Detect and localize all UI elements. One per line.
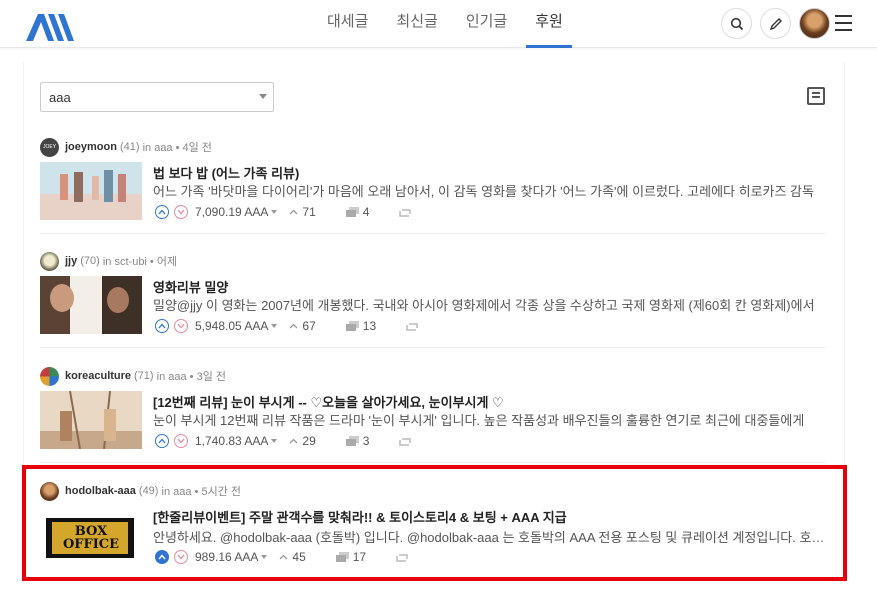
caret-down-icon[interactable] (271, 324, 278, 328)
post-author-row: JOEY joeymoon (41) in aaa • 4일 전 (40, 137, 212, 157)
post-author-row: koreaculture (71) in aaa • 3일 전 (40, 366, 226, 386)
post-stats: 5,948.05 AAA 67 13 (155, 318, 419, 334)
search-button[interactable] (721, 8, 752, 39)
community-filter-select[interactable]: aaa (40, 82, 274, 112)
write-post-button[interactable] (760, 8, 791, 39)
chevron-up-icon (289, 209, 298, 215)
post-stats: 7,090.19 AAA 71 4 (155, 204, 412, 220)
chevron-down-icon (177, 438, 185, 444)
post-excerpt[interactable]: 어느 가족 '바닷마을 다이어리'가 마음에 오래 남아서, 이 감독 영화를 … (153, 181, 826, 200)
top-header: 대세글 최신글 인기글 후원 (0, 0, 877, 48)
post-title[interactable]: 영화리뷰 밀양 (153, 277, 826, 296)
nav-tab-new[interactable]: 최신글 (387, 0, 446, 48)
chevron-up-icon (289, 323, 298, 329)
upvote-button[interactable] (155, 434, 169, 448)
comment-count[interactable]: 3 (363, 434, 370, 448)
divider (40, 347, 826, 348)
vote-count[interactable]: 67 (302, 319, 315, 333)
main-nav: 대세글 최신글 인기글 후원 (318, 0, 582, 48)
search-icon (730, 17, 743, 30)
downvote-button[interactable] (174, 205, 188, 219)
filter-value: aaa (49, 90, 71, 105)
upvote-button[interactable] (155, 205, 169, 219)
author-name[interactable]: jjy (65, 255, 77, 267)
highlight-box (22, 465, 847, 581)
user-avatar[interactable] (799, 8, 830, 39)
comment-icon (345, 320, 359, 331)
comment-icon (345, 206, 359, 217)
post-excerpt[interactable]: 밀양@jjy 이 영화는 2007년에 개봉했다. 국내와 아시아 영화제에서 … (153, 295, 826, 314)
post-title[interactable]: 법 보다 밥 (어느 가족 리뷰) (153, 163, 826, 182)
author-avatar[interactable] (40, 251, 59, 271)
divider (40, 462, 826, 463)
chevron-down-icon (259, 94, 267, 99)
author-reputation: (71) (134, 370, 154, 382)
post-author-row: jjy (70) in sct-ubi • 어제 (40, 251, 177, 271)
payout-value[interactable]: 7,090.19 AAA (195, 205, 268, 219)
post-meta: in sct-ubi • 어제 (102, 256, 178, 268)
caret-down-icon[interactable] (271, 210, 278, 214)
chevron-up-icon (158, 209, 166, 215)
chevron-up-icon (158, 323, 166, 329)
list-view-toggle-icon[interactable] (807, 87, 825, 105)
author-name[interactable]: joeymoon (65, 141, 117, 153)
chevron-down-icon (177, 323, 185, 329)
comment-count[interactable]: 4 (363, 205, 370, 219)
reblog-icon[interactable] (406, 321, 419, 332)
upvote-button[interactable] (155, 319, 169, 333)
nav-tab-sponsored[interactable]: 후원 (526, 0, 572, 48)
reblog-icon[interactable] (399, 436, 412, 447)
divider (40, 233, 826, 234)
author-name[interactable]: koreaculture (65, 370, 131, 382)
comment-icon (345, 435, 359, 446)
chevron-down-icon (177, 209, 185, 215)
logo-icon[interactable] (24, 12, 78, 42)
reblog-icon[interactable] (399, 207, 412, 218)
vote-count[interactable]: 71 (302, 205, 315, 219)
post-meta: in aaa • 3일 전 (156, 371, 227, 383)
post-thumbnail[interactable] (40, 162, 142, 220)
caret-down-icon[interactable] (271, 439, 278, 443)
author-reputation: (41) (119, 141, 140, 153)
post-title[interactable]: [12번째 리뷰] 눈이 부시게 -- ♡오늘을 살아가세요, 눈이부시게 ♡ (153, 392, 826, 411)
author-reputation: (70) (80, 255, 100, 267)
post-stats: 1,740.83 AAA 29 3 (155, 433, 412, 449)
post-excerpt[interactable]: 눈이 부시게 12번째 리뷰 작품은 드라마 '눈이 부시게' 입니다. 높은 … (153, 410, 826, 429)
chevron-up-icon (289, 438, 298, 444)
comment-count[interactable]: 13 (363, 319, 376, 333)
author-avatar[interactable]: JOEY (40, 137, 59, 157)
post-thumbnail[interactable] (40, 276, 142, 334)
downvote-button[interactable] (174, 319, 188, 333)
menu-icon[interactable] (835, 15, 852, 31)
payout-value[interactable]: 1,740.83 AAA (195, 434, 268, 448)
post-thumbnail[interactable] (40, 391, 142, 449)
nav-tab-popular[interactable]: 인기글 (457, 0, 516, 48)
nav-tab-trending[interactable]: 대세글 (318, 0, 377, 48)
vote-count[interactable]: 29 (302, 434, 315, 448)
downvote-button[interactable] (174, 434, 188, 448)
payout-value[interactable]: 5,948.05 AAA (195, 319, 268, 333)
chevron-up-icon (158, 438, 166, 444)
post-meta: in aaa • 4일 전 (142, 142, 212, 154)
pencil-icon (769, 17, 782, 30)
author-avatar[interactable] (40, 366, 59, 386)
